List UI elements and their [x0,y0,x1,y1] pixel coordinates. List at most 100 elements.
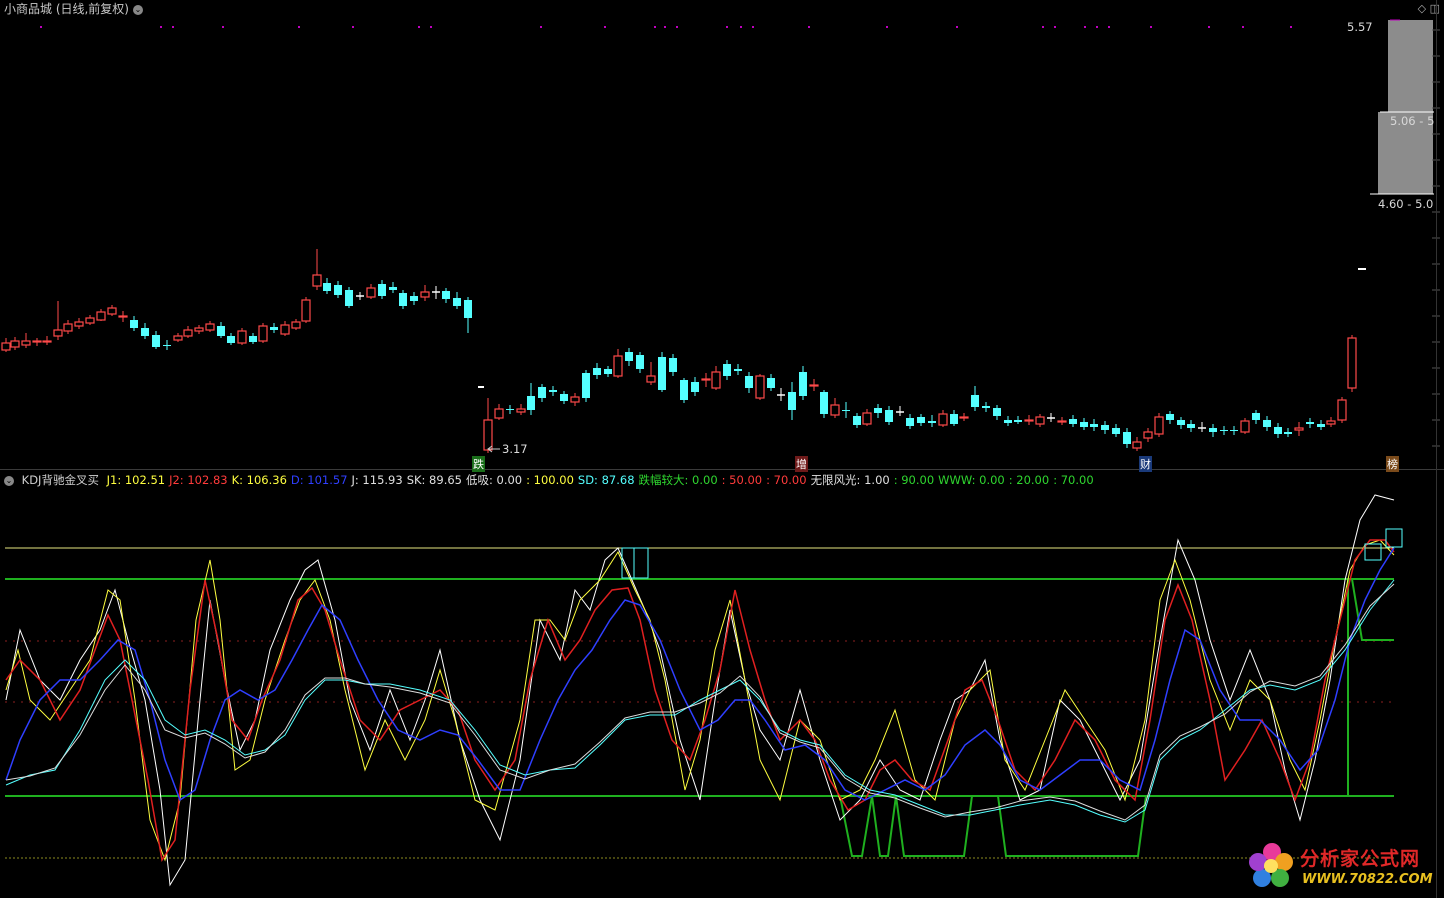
candle-body-52 [570,396,580,403]
candle-body-58 [636,355,644,369]
candle-body-5 [53,329,63,337]
candle-body-84 [917,417,925,423]
candle-body-15 [163,345,171,346]
candle-body-97 [1057,420,1067,423]
candle-body-70 [767,378,775,388]
candle-body-57 [625,352,633,361]
candle-body-94 [1024,419,1034,422]
candle-body-1 [10,340,20,348]
kdj-value-9: 跌幅较大: 0.00 [638,473,718,487]
candle-body-29 [312,274,322,287]
candle-body-28 [301,299,311,322]
candle-body-18 [194,327,204,332]
sd-line [5,579,1395,823]
price-chart[interactable] [0,0,1444,898]
event-tag-finance[interactable]: 财 [1139,456,1152,472]
candle-body-75 [820,392,828,414]
candle-body-25 [270,327,278,330]
candle-body-103 [1123,432,1131,444]
candle-body-8 [85,317,95,324]
kdj-value-4: J: 115.93 [351,473,403,487]
candle-body-105 [1143,431,1153,439]
candle-body-9 [96,311,106,321]
candle-body-61 [669,358,677,372]
candle-body-108 [1177,420,1185,425]
kdj-value-0: J1: 102.51 [106,473,166,487]
candle-body-59 [646,375,656,383]
candle-body-91 [993,408,1001,416]
kdj-indicator-header: ⌄ KDJ背驰金叉买 J1: 102.51 J2: 102.83 K: 106.36… [4,472,1102,488]
candle-body-114 [1240,420,1250,433]
candle-body-20 [217,326,225,336]
watermark: 分析家公式网 WWW.70822.COM [1244,838,1440,894]
candle-body-118 [1284,432,1292,434]
event-tag-list[interactable]: 榜 [1386,456,1399,472]
candle-body-13 [141,328,149,336]
event-tag-fall[interactable]: 跌 [472,456,485,472]
candle-body-121 [1317,424,1325,427]
candle-body-122 [1326,420,1336,425]
kdj-value-3: D: 101.57 [290,473,348,487]
event-tag-increase[interactable]: 增 [795,456,808,472]
candle-body-106 [1154,416,1164,435]
kdj-indicator-name[interactable]: KDJ背驰金叉买 [22,473,99,487]
candle-body-46 [506,409,514,410]
candle-body-19 [205,323,215,331]
candle-body-56 [613,355,623,377]
diamond-icon[interactable]: ◇ [1418,2,1426,15]
candle-body-90 [982,406,990,408]
j-line [5,494,1395,887]
candle-body-87 [950,414,958,424]
kdj-value-5: SK: 89.65 [406,473,462,487]
candle-body-117 [1274,427,1282,434]
candle-body-120 [1306,422,1314,424]
candle-body-14 [152,335,160,347]
candle-body-11 [118,315,128,318]
candle-body-63 [691,382,699,392]
kdj-value-13: : 90.00 [893,473,935,487]
candle-body-77 [842,410,850,411]
candle-body-64 [701,378,711,381]
candle-body-113 [1230,430,1238,431]
stock-title: 小商品城 (日线,前复权) [4,2,129,16]
kdj-value-7: : 100.00 [526,473,574,487]
window-icon[interactable]: ◫ [1430,2,1440,15]
candle-body-95 [1035,416,1045,425]
right-axis-line [1436,0,1437,898]
candle-body-115 [1252,413,1260,420]
candle-body-107 [1166,414,1174,420]
range-label-top: 5.57 [1347,20,1373,34]
candle-body-26 [280,324,290,335]
candle-body-101 [1101,425,1109,430]
kdj-value-14: WWW: 0.00 [938,473,1005,487]
candle-body-79 [862,412,872,425]
candle-body-16 [173,335,183,341]
candle-body-100 [1090,424,1098,427]
candle-body-60 [658,357,666,390]
candle-body-88 [959,416,969,419]
candle-body-32 [345,290,353,306]
watermark-name: 分析家公式网 [1300,848,1421,870]
candle-body-23 [249,336,257,342]
candle-body-65 [711,371,721,389]
candle-body-53 [582,373,590,398]
kdj-value-6: 低吸: 0.00 [465,473,523,487]
range-label-mid: 5.06 - 5 [1390,114,1435,128]
chevron-down-icon[interactable]: ⌄ [133,4,143,15]
candle-body-41 [442,291,450,299]
candle-body-47 [516,408,526,413]
chevron-down-icon[interactable]: ⌄ [4,475,14,486]
candle-body-34 [366,287,376,298]
kdj-lines [5,494,1395,887]
candle-body-37 [399,293,407,306]
candle-body-116 [1263,420,1271,427]
candle-body-44 [483,419,493,451]
candle-body-3 [32,340,42,343]
kdj-value-2: K: 106.36 [231,473,287,487]
candle-body-99 [1080,422,1088,427]
candlesticks [1,249,1357,453]
candle-body-124 [1347,337,1357,389]
candle-body-68 [745,376,753,388]
panel-divider[interactable] [0,469,1444,470]
candle-body-62 [680,380,688,400]
